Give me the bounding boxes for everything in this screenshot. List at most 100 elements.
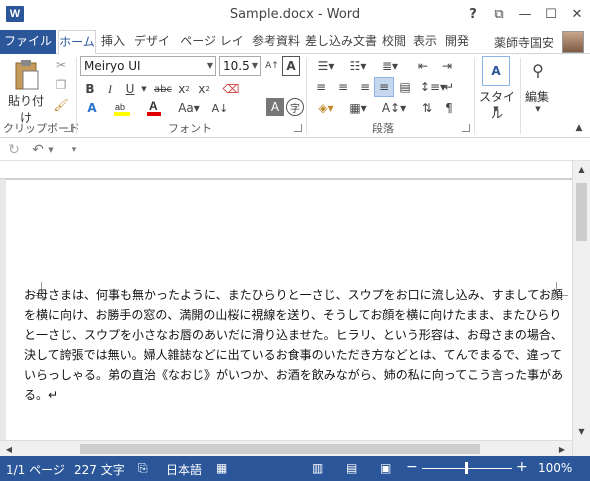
zoom-level[interactable]: 100% (538, 461, 572, 475)
subscript-icon[interactable]: x2 (176, 80, 192, 98)
copy-icon[interactable]: ❐ (52, 76, 70, 94)
tab-page-layout[interactable]: ページ レイアウ (176, 30, 248, 54)
web-layout-icon[interactable]: ▣ (380, 461, 391, 475)
binoculars-icon[interactable]: ⚲ (526, 56, 550, 84)
zoom-in-icon[interactable]: + (516, 459, 528, 475)
tab-review[interactable]: 校閲 (380, 30, 408, 54)
word-count[interactable]: 227 文字 (74, 461, 125, 478)
document-body-text[interactable]: お母さまは、何事も無かったように、またひらりと一さじ、スウプをお口に流し込み、す… (24, 285, 564, 405)
distributed-icon[interactable]: ▤ (396, 78, 414, 96)
font-name-value: Meiryo UI (84, 59, 141, 73)
chevron-down-icon[interactable]: ▼ (488, 104, 504, 114)
shading-icon[interactable]: ◈▾ (312, 98, 340, 118)
chevron-down-icon[interactable]: ▼ (530, 104, 546, 114)
underline-icon[interactable]: U (122, 80, 138, 98)
avatar[interactable] (562, 31, 584, 53)
font-name-combo[interactable]: Meiryo UI ▼ (80, 56, 216, 76)
multilevel-list-icon[interactable]: ≣▾ (376, 56, 404, 76)
bold-icon[interactable]: B (82, 80, 98, 98)
justify-icon[interactable]: ≡ (374, 77, 394, 97)
borders-icon[interactable]: ▦▾ (344, 98, 372, 118)
tab-file[interactable]: ファイル (0, 30, 56, 54)
font-launcher-icon[interactable] (294, 124, 302, 132)
separator (306, 58, 307, 134)
shrink-font-icon[interactable]: A↓ (210, 98, 230, 118)
character-shading-icon[interactable]: A (266, 98, 284, 116)
grow-font-icon[interactable]: A↑ (264, 56, 280, 76)
tab-developer[interactable]: 開発 (442, 30, 472, 54)
enclosed-character-icon[interactable]: 字 (286, 98, 304, 116)
chevron-down-icon: ▼ (251, 61, 258, 70)
format-painter-icon[interactable]: 🖌 (52, 96, 70, 114)
align-center-icon[interactable]: ≡ (334, 78, 352, 96)
paragraph-group-label: 段落 (372, 122, 394, 135)
cut-icon[interactable]: ✂ (52, 56, 70, 74)
superscript-icon[interactable]: x2 (196, 80, 212, 98)
show-formatting-icon[interactable]: ¶ (440, 98, 458, 118)
asian-layout-icon[interactable]: A↕▾ (380, 98, 408, 118)
sort-icon[interactable]: ⇅ (418, 98, 436, 118)
tab-design[interactable]: デザイン (130, 30, 174, 70)
close-button[interactable]: ✕ (564, 2, 590, 26)
highlight-color-icon[interactable]: ab (112, 98, 132, 118)
repeat-icon[interactable]: ↻ (6, 141, 22, 159)
tab-insert[interactable]: 挿入 (98, 30, 128, 54)
zoom-out-icon[interactable]: − (406, 459, 418, 475)
proofing-icon[interactable]: ⎘ (138, 461, 148, 476)
clipboard-launcher-icon[interactable] (64, 124, 72, 132)
print-layout-icon[interactable]: ▤ (346, 461, 357, 475)
scroll-right-icon[interactable]: ▶ (556, 443, 568, 455)
decrease-indent-icon[interactable]: ⇤ (412, 56, 434, 76)
scroll-up-icon[interactable]: ▲ (576, 163, 587, 175)
clear-formatting-eraser-icon[interactable]: ⌫ (222, 80, 240, 98)
text-direction-icon[interactable]: ↵ (440, 78, 458, 96)
strikethrough-icon[interactable]: abc (152, 80, 174, 98)
help-button[interactable]: ? (460, 2, 486, 26)
maximize-button[interactable]: ☐ (538, 2, 564, 26)
change-case-icon[interactable]: Aa▾ (176, 98, 202, 118)
paste-icon[interactable] (12, 58, 42, 92)
tab-references[interactable]: 参考資料 (250, 30, 302, 54)
text-effects-icon[interactable]: A (82, 98, 102, 118)
italic-icon[interactable]: I (102, 80, 118, 98)
align-right-icon[interactable]: ≡ (356, 78, 374, 96)
svg-text:ab: ab (115, 102, 125, 112)
increase-indent-icon[interactable]: ⇥ (436, 56, 458, 76)
scroll-down-icon[interactable]: ▼ (576, 425, 587, 437)
ribbon-display-options-button[interactable]: ⧉ (486, 2, 512, 26)
undo-icon[interactable]: ↶ (30, 141, 46, 159)
minimize-button[interactable]: — (512, 2, 538, 26)
font-color-icon[interactable]: A (144, 98, 164, 118)
separator (76, 58, 77, 134)
chevron-down-icon[interactable]: ▼ (140, 80, 148, 98)
page-count[interactable]: 1/1 ページ (6, 461, 65, 478)
chevron-down-icon: ▼ (206, 61, 213, 70)
zoom-slider-thumb[interactable] (465, 462, 468, 474)
vertical-scrollbar[interactable]: ▲ ▼ (572, 161, 590, 456)
horizontal-scroll-thumb[interactable] (80, 444, 480, 454)
user-name[interactable]: 薬師寺国安 (494, 34, 554, 51)
collapse-ribbon-icon[interactable]: ▲ (572, 122, 586, 134)
tab-home[interactable]: ホーム (58, 30, 96, 55)
horizontal-scrollbar[interactable]: ◀ ▶ (0, 440, 572, 456)
vertical-scroll-thumb[interactable] (576, 183, 587, 241)
editing-button[interactable]: 編集 (520, 88, 554, 105)
numbering-icon[interactable]: ☷▾ (344, 56, 372, 76)
styles-icon[interactable]: A (482, 56, 510, 86)
font-size-combo[interactable]: 10.5 ▼ (219, 56, 261, 76)
scroll-left-icon[interactable]: ◀ (3, 443, 15, 455)
read-mode-icon[interactable]: ▥ (312, 461, 323, 475)
macro-record-icon[interactable]: ▦ (216, 461, 227, 475)
bullets-icon[interactable]: ☰▾ (312, 56, 340, 76)
align-left-icon[interactable]: ≡ (312, 78, 330, 96)
tab-view[interactable]: 表示 (410, 30, 440, 54)
customize-qat-icon[interactable]: ▾ (68, 141, 80, 159)
ribbon-home: 貼り付け ✂ ❐ 🖌 クリップボード Meiryo UI ▼ 10.5 ▼ A↑… (0, 54, 590, 138)
undo-dropdown-icon[interactable]: ▼ (46, 141, 56, 159)
clear-format-icon[interactable]: A (282, 56, 300, 76)
paragraph-launcher-icon[interactable] (462, 124, 470, 132)
document-area: お母さまは、何事も無かったように、またひらりと一さじ、スウプをお口に流し込み、す… (0, 161, 572, 456)
tab-mailings[interactable]: 差し込み文書 (304, 30, 378, 54)
language[interactable]: 日本語 (166, 461, 202, 478)
ribbon-tabs: ファイル ホーム 挿入 デザイン ページ レイアウ 参考資料 差し込み文書 校閲… (0, 30, 590, 70)
